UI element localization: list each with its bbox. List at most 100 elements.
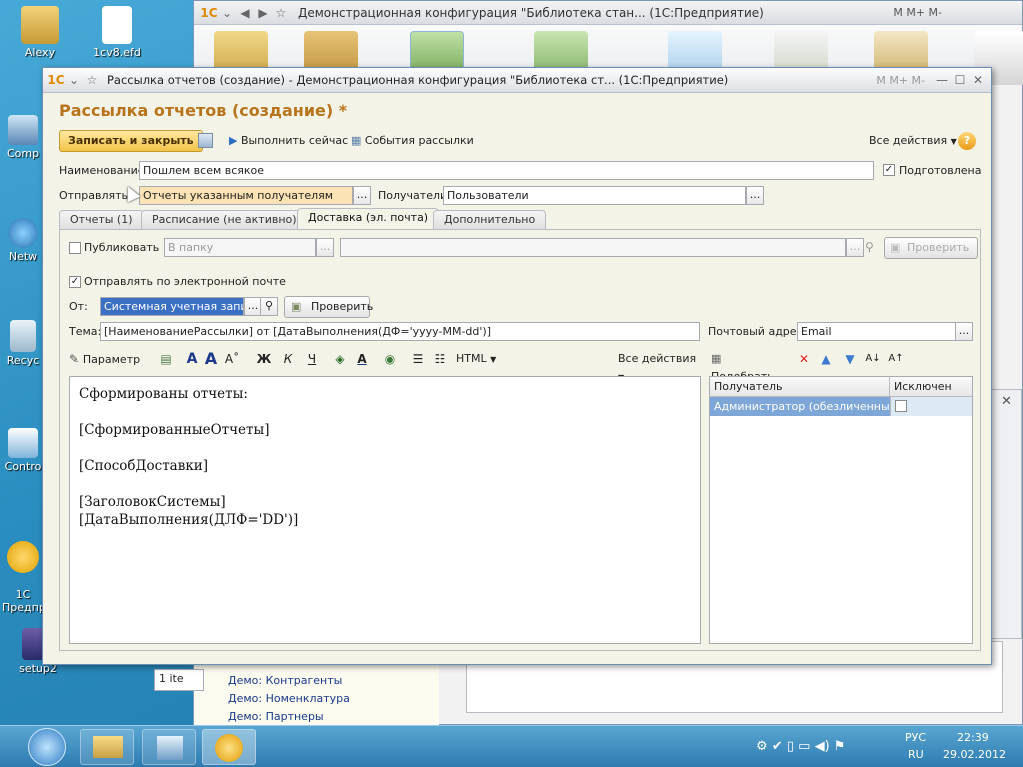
network-tray-icon[interactable]: ⚙: [756, 739, 768, 754]
memory-mplus-button[interactable]: M+: [906, 6, 925, 19]
ie-icon[interactable]: [28, 728, 66, 766]
editor-all-actions-button[interactable]: Все действия ▼: [618, 350, 702, 382]
desktop-icon-computer[interactable]: Comp: [2, 115, 44, 160]
control-panel-icon: [8, 428, 38, 458]
memory-m-button[interactable]: M: [876, 74, 886, 87]
italic-button[interactable]: К: [280, 350, 296, 368]
column-header-recipient[interactable]: Получатель: [710, 377, 890, 397]
from-account-field[interactable]: Системная учетная запись: [100, 297, 244, 316]
desktop-icon-control-panel[interactable]: Contro: [2, 428, 44, 473]
recipients-select-button[interactable]: ...: [746, 186, 764, 205]
device-tray-icon[interactable]: ▯: [787, 739, 794, 754]
publish-check-button[interactable]: ▣ Проверить: [884, 237, 979, 259]
text-color-icon[interactable]: A: [354, 350, 370, 368]
save-and-close-button[interactable]: Записать и закрыть: [59, 130, 203, 152]
mailing-events-button[interactable]: ▦ События рассылки: [351, 134, 474, 147]
bullet-list-icon[interactable]: ☰: [410, 350, 426, 368]
memory-m-button[interactable]: M: [893, 6, 903, 19]
search-icon[interactable]: ⚲: [260, 297, 278, 316]
font-shrink-icon[interactable]: A˚: [224, 350, 240, 368]
desktop-icon-file[interactable]: 1cv8.efd: [82, 6, 152, 59]
close-icon[interactable]: ✕: [1001, 394, 1012, 409]
tab-reports[interactable]: Отчеты (1): [59, 210, 144, 230]
html-format-button[interactable]: HTML ▼: [456, 350, 504, 368]
tab-schedule[interactable]: Расписание (не активно): [141, 210, 308, 230]
pick-recipients-button[interactable]: ▦ Подобрать: [711, 350, 787, 383]
help-icon[interactable]: ?: [958, 132, 976, 150]
prepared-checkbox[interactable]: ✓: [883, 164, 895, 176]
font-grow-icon[interactable]: A: [202, 350, 220, 368]
desktop-icon-network[interactable]: Netw: [2, 218, 44, 263]
forward-arrow-icon[interactable]: ▶: [254, 4, 272, 22]
hyperlink-icon[interactable]: ◉: [382, 350, 398, 368]
search-icon[interactable]: ⚲: [865, 240, 874, 254]
flag-icon[interactable]: ⚑: [834, 739, 846, 754]
table-row[interactable]: Администратор (обезличенный ...: [710, 397, 890, 416]
mail-address-select-button[interactable]: ...: [955, 322, 973, 341]
favorites-icon[interactable]: ☆: [83, 71, 101, 89]
message-body-editor[interactable]: Сформированы отчеты: [СформированныеОтче…: [69, 376, 701, 644]
parameter-menu-button[interactable]: ✎ Параметр ▼: [69, 350, 149, 384]
desktop-icon-1c[interactable]: 1С Предпр: [2, 528, 44, 614]
save-icon[interactable]: [198, 133, 213, 148]
publish-checkbox[interactable]: [69, 242, 81, 254]
nav-link-nomenclature[interactable]: Демо: Номенклатура: [228, 692, 350, 705]
nav-link-contractors[interactable]: Демо: Контрагенты: [228, 674, 342, 687]
desktop-icon-recycle[interactable]: Recyc: [2, 320, 44, 367]
1c-logo-icon[interactable]: 1С: [47, 71, 65, 89]
sort-ascending-icon[interactable]: A↓: [865, 350, 881, 368]
memory-mminus-button[interactable]: M-: [929, 6, 942, 19]
explorer-taskbar-button[interactable]: [80, 729, 134, 765]
control-panel-taskbar-button[interactable]: [142, 729, 196, 765]
font-size-icon[interactable]: A: [184, 350, 200, 368]
tab-additional[interactable]: Дополнительно: [433, 210, 547, 230]
clock-time[interactable]: 22:39: [957, 731, 989, 744]
numbered-list-icon[interactable]: ☷: [432, 350, 448, 368]
nav-link-partners[interactable]: Демо: Партнеры: [228, 710, 324, 723]
language-indicator[interactable]: РУС: [905, 731, 926, 744]
move-down-icon[interactable]: ▼: [843, 350, 857, 368]
favorites-icon[interactable]: ☆: [272, 4, 290, 22]
clock-date[interactable]: 29.02.2012: [943, 748, 1006, 761]
menu-icon[interactable]: ⌄: [218, 4, 236, 22]
close-icon[interactable]: ✕: [969, 71, 987, 89]
run-now-button[interactable]: ▶ Выполнить сейчас: [229, 134, 348, 147]
volume-icon[interactable]: ◀): [815, 739, 830, 754]
minimize-icon[interactable]: —: [933, 71, 951, 89]
memory-mplus-button[interactable]: M+: [889, 74, 908, 87]
underline-button[interactable]: Ч: [304, 350, 320, 368]
tab-delivery[interactable]: Доставка (эл. почта): [297, 208, 440, 230]
publish-path-select-button[interactable]: ...: [846, 238, 864, 257]
mail-address-field[interactable]: Email: [797, 322, 956, 341]
security-tray-icon[interactable]: ✔: [772, 739, 783, 754]
1c-logo-icon[interactable]: 1С: [200, 4, 218, 22]
maximize-icon[interactable]: ☐: [951, 71, 969, 89]
back-arrow-icon[interactable]: ◀: [236, 4, 254, 22]
publish-path-field[interactable]: [340, 238, 846, 257]
send-mode-field[interactable]: Отчеты указанным получателям: [139, 186, 353, 205]
desktop-icon-user[interactable]: Alexy: [5, 6, 75, 59]
sort-descending-icon[interactable]: A↑: [888, 350, 904, 368]
delete-icon[interactable]: ✕: [797, 350, 811, 368]
language-code[interactable]: RU: [908, 748, 924, 761]
all-actions-button[interactable]: Все действия ▼: [869, 134, 957, 147]
subject-field[interactable]: [НаименованиеРассылки] от [ДатаВыполнени…: [100, 322, 700, 341]
column-header-excluded[interactable]: Исключен: [890, 377, 972, 397]
memory-mminus-button[interactable]: M-: [912, 74, 925, 87]
1c-taskbar-button[interactable]: [202, 729, 256, 765]
image-insert-icon[interactable]: ▤: [159, 350, 173, 368]
name-field[interactable]: Пошлем всем всякое: [139, 161, 874, 180]
folder-select-button[interactable]: ...: [316, 238, 334, 257]
recipients-field[interactable]: Пользователи: [443, 186, 746, 205]
move-up-icon[interactable]: ▲: [819, 350, 833, 368]
send-email-label: Отправлять по электронной почте: [84, 275, 286, 288]
menu-icon[interactable]: ⌄: [65, 71, 83, 89]
send-mode-select-button[interactable]: ...: [353, 186, 371, 205]
excluded-checkbox[interactable]: [895, 400, 907, 412]
folder-field[interactable]: В папку: [164, 238, 316, 257]
display-tray-icon[interactable]: ▭: [798, 739, 810, 754]
send-email-checkbox[interactable]: ✓: [69, 276, 81, 288]
bold-button[interactable]: Ж: [256, 350, 272, 368]
verify-account-button[interactable]: ▣ Проверить: [284, 296, 373, 318]
fill-color-icon[interactable]: ◈: [332, 350, 348, 368]
